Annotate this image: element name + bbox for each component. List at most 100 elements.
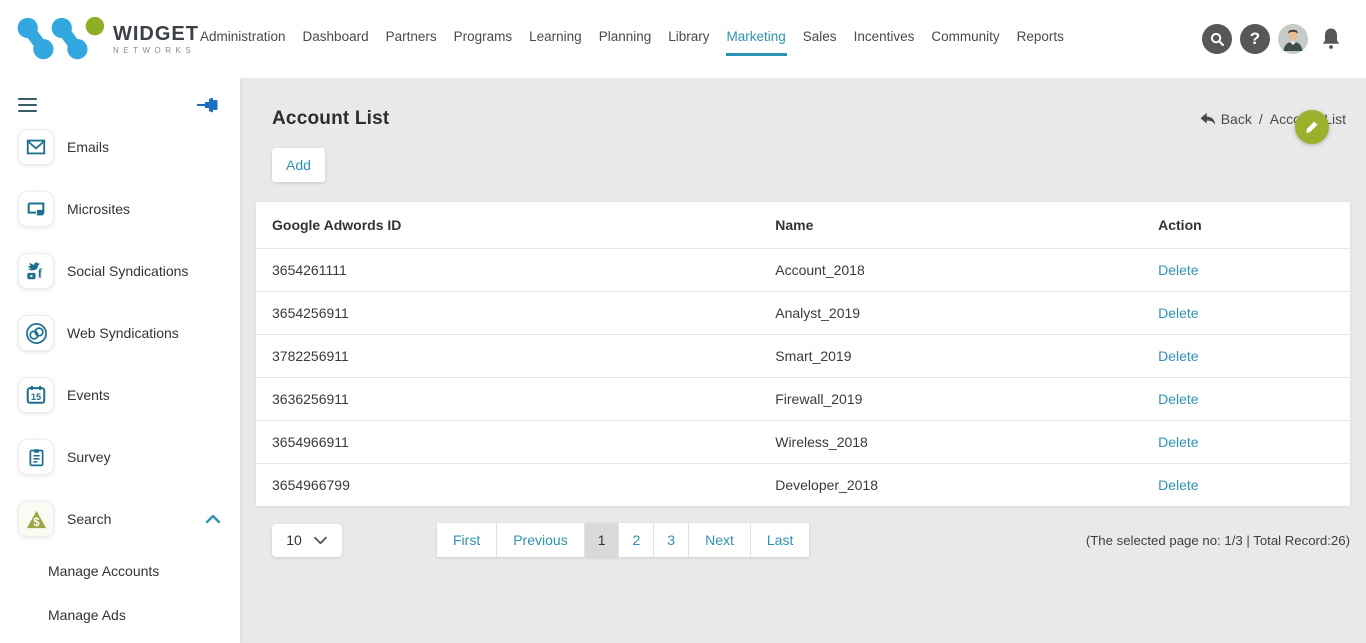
main-content: Account List Back / Account List Add Goo… — [240, 78, 1366, 643]
sidebar-item-label: Web Syndications — [67, 325, 179, 341]
nav-item-programs[interactable]: Programs — [453, 23, 514, 56]
page-size-dropdown[interactable]: 10 — [272, 524, 342, 557]
page-status-text: (The selected page no: 1/3 | Total Recor… — [1086, 533, 1350, 548]
hamburger-menu-icon[interactable] — [16, 96, 39, 114]
cell-name: Smart_2019 — [759, 335, 1142, 378]
account-list-table-card: Google Adwords ID Name Action 3654261111… — [256, 202, 1350, 506]
sidebar-item-emails[interactable]: Emails — [0, 116, 240, 178]
sidebar-item-label: Social Syndications — [67, 263, 188, 279]
column-header-google-adwords-id: Google Adwords ID — [256, 202, 759, 249]
sidebar-item-survey[interactable]: Survey — [0, 426, 240, 488]
sidebar-item-label: Emails — [67, 139, 109, 155]
account-list-table: Google Adwords ID Name Action 3654261111… — [256, 202, 1350, 506]
table-row: 3654261111 Account_2018 Delete — [256, 249, 1350, 292]
chevron-down-icon — [313, 535, 328, 546]
edit-button[interactable] — [1295, 110, 1329, 144]
nav-item-planning[interactable]: Planning — [598, 23, 653, 56]
pagination-bar: 10 First Previous 1 2 3 Next Last (The s… — [256, 523, 1350, 557]
delete-link[interactable]: Delete — [1158, 348, 1198, 364]
pager-previous-button[interactable]: Previous — [497, 523, 584, 557]
brand-logo[interactable]: WIDGET NETWORKS — [0, 12, 199, 66]
sidebar-item-label: Survey — [67, 449, 111, 465]
svg-text:f: f — [38, 266, 43, 280]
notifications-bell-icon[interactable] — [1316, 23, 1346, 55]
pager-next-button[interactable]: Next — [689, 523, 751, 557]
nav-item-reports[interactable]: Reports — [1016, 23, 1065, 56]
sidebar-item-search[interactable]: $ Search — [0, 488, 240, 550]
pager-first-button[interactable]: First — [437, 523, 497, 557]
cell-name: Firewall_2019 — [759, 378, 1142, 421]
microsites-icon — [18, 191, 54, 227]
nav-item-learning[interactable]: Learning — [528, 23, 583, 56]
sidebar: Emails Microsites f Social S — [0, 78, 240, 643]
table-row: 3636256911 Firewall_2019 Delete — [256, 378, 1350, 421]
brand-tagline: NETWORKS — [113, 47, 199, 56]
help-icon[interactable]: ? — [1240, 24, 1270, 54]
breadcrumb-separator: / — [1259, 111, 1263, 127]
pager-buttons: First Previous 1 2 3 Next Last — [437, 523, 809, 557]
svg-text:15: 15 — [31, 392, 41, 402]
delete-link[interactable]: Delete — [1158, 434, 1198, 450]
cell-google-adwords-id: 3636256911 — [256, 378, 759, 421]
sidebar-item-microsites[interactable]: Microsites — [0, 178, 240, 240]
pin-sidebar-icon[interactable] — [196, 96, 220, 114]
cell-google-adwords-id: 3782256911 — [256, 335, 759, 378]
calendar-icon: 15 — [18, 377, 54, 413]
nav-item-community[interactable]: Community — [930, 23, 1000, 56]
sidebar-item-events[interactable]: 15 Events — [0, 364, 240, 426]
topbar: WIDGET NETWORKS Administration Dashboard… — [0, 0, 1366, 78]
cell-name: Developer_2018 — [759, 464, 1142, 507]
top-navigation: Administration Dashboard Partners Progra… — [199, 23, 1065, 56]
sidebar-item-social-syndications[interactable]: f Social Syndications — [0, 240, 240, 302]
delete-link[interactable]: Delete — [1158, 305, 1198, 321]
nav-item-library[interactable]: Library — [667, 23, 710, 56]
sidebar-subitem-manage-accounts[interactable]: Manage Accounts — [0, 550, 240, 592]
search-icon[interactable] — [1202, 24, 1232, 54]
table-header-row: Google Adwords ID Name Action — [256, 202, 1350, 249]
nav-item-sales[interactable]: Sales — [802, 23, 838, 56]
nav-item-marketing[interactable]: Marketing — [726, 23, 787, 56]
nav-item-administration[interactable]: Administration — [199, 23, 287, 56]
cell-google-adwords-id: 3654966911 — [256, 421, 759, 464]
back-arrow-icon — [1199, 111, 1216, 127]
cell-name: Wireless_2018 — [759, 421, 1142, 464]
pager-page-2-button[interactable]: 2 — [619, 523, 654, 557]
avatar[interactable] — [1278, 24, 1308, 54]
sidebar-item-label: Search — [67, 511, 111, 527]
sidebar-subitem-manage-ads[interactable]: Manage Ads — [0, 594, 240, 636]
column-header-name: Name — [759, 202, 1142, 249]
table-row: 3654966911 Wireless_2018 Delete — [256, 421, 1350, 464]
sidebar-item-web-syndications[interactable]: Web Syndications — [0, 302, 240, 364]
add-button[interactable]: Add — [272, 148, 325, 182]
social-syndications-icon: f — [18, 253, 54, 289]
delete-link[interactable]: Delete — [1158, 477, 1198, 493]
page-title: Account List — [272, 108, 389, 130]
cell-name: Account_2018 — [759, 249, 1142, 292]
pager-last-button[interactable]: Last — [751, 523, 809, 557]
sidebar-search-submenu: Manage Accounts Manage Ads — [0, 550, 240, 636]
widget-networks-logo-icon — [13, 12, 105, 66]
sidebar-item-label: Microsites — [67, 201, 130, 217]
delete-link[interactable]: Delete — [1158, 391, 1198, 407]
table-row: 3782256911 Smart_2019 Delete — [256, 335, 1350, 378]
delete-link[interactable]: Delete — [1158, 262, 1198, 278]
brand-name: WIDGET — [113, 23, 199, 45]
column-header-action: Action — [1142, 202, 1350, 249]
back-link[interactable]: Back — [1199, 111, 1252, 127]
svg-text:$: $ — [33, 517, 40, 529]
envelope-icon — [18, 129, 54, 165]
pager-page-1-button[interactable]: 1 — [585, 523, 620, 557]
survey-clipboard-icon — [18, 439, 54, 475]
paid-search-icon: $ — [18, 501, 54, 537]
pager-page-3-button[interactable]: 3 — [654, 523, 689, 557]
sidebar-item-label: Events — [67, 387, 110, 403]
chevron-up-icon — [204, 512, 222, 526]
nav-item-partners[interactable]: Partners — [385, 23, 438, 56]
cell-name: Analyst_2019 — [759, 292, 1142, 335]
table-row: 3654966799 Developer_2018 Delete — [256, 464, 1350, 507]
web-syndications-icon — [18, 315, 54, 351]
nav-item-incentives[interactable]: Incentives — [853, 23, 916, 56]
cell-google-adwords-id: 3654261111 — [256, 249, 759, 292]
nav-item-dashboard[interactable]: Dashboard — [302, 23, 370, 56]
topbar-icon-group: ? — [1202, 23, 1366, 55]
